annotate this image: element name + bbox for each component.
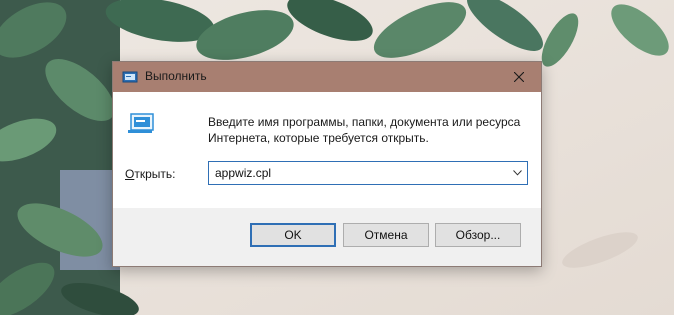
browse-button[interactable]: Обзор... <box>435 223 521 247</box>
ok-button[interactable]: OK <box>250 223 336 247</box>
open-input[interactable]: appwiz.cpl <box>215 166 271 180</box>
description-line-2: Интернета, которые требуется открыть. <box>208 131 429 145</box>
run-dialog-icon <box>122 71 138 83</box>
dropdown-button[interactable] <box>507 162 527 184</box>
dialog-body: Введите имя программы, папки, документа … <box>113 92 541 208</box>
dialog-footer: OK Отмена Обзор... <box>113 208 541 266</box>
open-label-rest: ткрыть: <box>134 167 176 181</box>
close-button[interactable] <box>497 62 541 92</box>
cancel-button[interactable]: Отмена <box>343 223 429 247</box>
open-label: Открыть: <box>125 167 175 181</box>
run-dialog: Выполнить Введите имя программы, папки, … <box>112 61 542 267</box>
window-title: Выполнить <box>145 69 207 83</box>
chevron-down-icon <box>513 170 522 176</box>
run-program-icon <box>128 113 154 133</box>
description-line-1: Введите имя программы, папки, документа … <box>208 115 521 129</box>
open-combobox[interactable]: appwiz.cpl <box>208 161 528 185</box>
open-label-mnemonic: О <box>125 167 135 181</box>
close-icon <box>514 72 524 82</box>
title-bar[interactable]: Выполнить <box>113 62 541 92</box>
